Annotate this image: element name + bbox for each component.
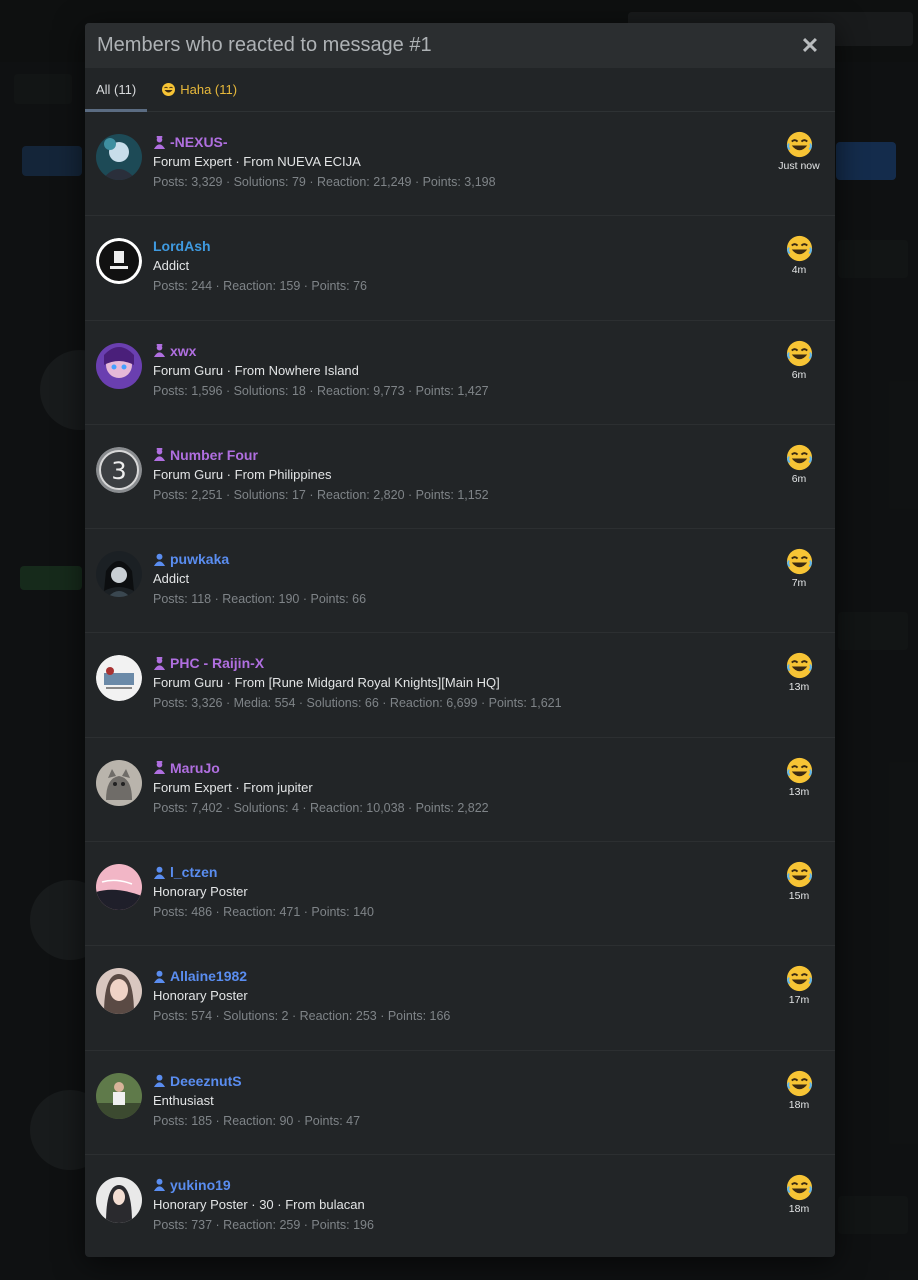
member-stats: Posts: 118 · Reaction: 190 · Points: 66 [153, 592, 367, 607]
haha-emoji-icon [786, 131, 812, 158]
close-button[interactable]: ✕ [797, 33, 823, 59]
haha-emoji-icon [786, 653, 812, 679]
member-icon [153, 1179, 166, 1192]
member-name[interactable]: MaruJo [170, 760, 220, 776]
member-title: Addict [153, 258, 190, 274]
haha-emoji-icon [786, 236, 812, 262]
list-item: 3 Number Four Forum Guru · From Philippi… [85, 425, 835, 530]
tab-all[interactable]: All (11) [85, 67, 148, 112]
modal-header: Members who reacted to message #1 ✕ [85, 23, 835, 68]
member-stats: Posts: 3,326 · Media: 554 · Solutions: 6… [153, 696, 562, 711]
member-stats: Posts: 574 · Solutions: 2 · Reaction: 25… [153, 1009, 451, 1024]
member-icon [153, 866, 166, 879]
staff-icon [153, 344, 166, 358]
list-item: DeeeznutS Enthusiast Posts: 185 · Reacti… [85, 1051, 835, 1155]
member-icon [153, 553, 166, 566]
member-stats: Posts: 486 · Reaction: 471 · Points: 140 [153, 905, 374, 920]
member-name[interactable]: DeeeznutS [170, 1073, 242, 1089]
avatar[interactable] [96, 551, 142, 598]
list-item: PHC - Raijin-X Forum Guru · From [Rune M… [85, 633, 835, 738]
avatar[interactable] [96, 968, 142, 1015]
list-item: -NEXUS- Forum Expert · From NUEVA ECIJA … [85, 112, 835, 217]
avatar[interactable] [96, 342, 142, 389]
member-name[interactable]: Allaine1982 [170, 968, 247, 984]
haha-emoji-icon [786, 340, 812, 366]
member-stats: Posts: 1,596 · Solutions: 18 · Reaction:… [153, 383, 489, 398]
member-title: Forum Guru · From Philippines [153, 466, 332, 482]
member-name[interactable]: PHC - Raijin-X [170, 655, 264, 671]
avatar[interactable] [96, 759, 142, 806]
member-title: Honorary Poster [153, 884, 248, 900]
member-stats: Posts: 185 · Reaction: 90 · Points: 47 [153, 1113, 361, 1128]
member-title: Forum Guru · From Nowhere Island [153, 362, 359, 378]
staff-icon [153, 761, 166, 775]
member-title: Forum Guru · From [Rune Midgard Royal Kn… [153, 675, 500, 691]
member-icon [153, 970, 166, 983]
list-item: xwx Forum Guru · From Nowhere Island Pos… [85, 321, 835, 425]
list-item: puwkaka Addict Posts: 118 · Reaction: 19… [85, 529, 835, 634]
staff-icon [153, 135, 166, 149]
member-title: Forum Expert · From NUEVA ECIJA [153, 154, 361, 169]
reaction-time: 6m [791, 368, 807, 381]
avatar[interactable]: 3 [96, 446, 142, 493]
member-title: Honorary Poster [153, 988, 248, 1004]
member-stats: Posts: 3,329 · Solutions: 79 · Reaction:… [153, 175, 496, 189]
tab-all-label: All (11) [96, 81, 137, 97]
reaction-tabs: All (11) Haha (11) [85, 68, 835, 112]
list-item: LordAsh Addict Posts: 244 · Reaction: 15… [85, 216, 835, 321]
reaction-time: 13m [788, 681, 810, 694]
member-stats: Posts: 244 · Reaction: 159 · Points: 76 [153, 279, 368, 294]
avatar[interactable] [96, 1072, 142, 1119]
haha-emoji-icon [786, 1174, 812, 1201]
tab-haha[interactable]: Haha (11) [147, 67, 248, 111]
avatar[interactable] [96, 134, 142, 180]
avatar[interactable] [96, 655, 142, 702]
member-name[interactable]: l_ctzen [170, 864, 217, 880]
member-name[interactable]: puwkaka [170, 551, 229, 567]
reaction-time: 13m [788, 785, 810, 798]
member-icon [153, 1074, 166, 1088]
haha-emoji-icon [786, 966, 812, 992]
haha-emoji-icon [786, 757, 812, 783]
list-item: MaruJo Forum Expert · From jupiter Posts… [85, 738, 835, 843]
reaction-list: -NEXUS- Forum Expert · From NUEVA ECIJA … [85, 112, 835, 1257]
member-name[interactable]: -NEXUS- [170, 134, 228, 150]
avatar[interactable] [96, 1176, 142, 1223]
member-name[interactable]: Number Four [170, 447, 258, 463]
member-title: Enthusiast [153, 1092, 214, 1108]
staff-icon [153, 656, 166, 670]
staff-icon [153, 448, 166, 462]
member-stats: Posts: 737 · Reaction: 259 · Points: 196 [153, 1217, 374, 1232]
member-title: Addict [153, 571, 190, 587]
avatar[interactable] [96, 238, 142, 285]
reaction-time: 6m [791, 472, 807, 485]
reaction-time: 18m [788, 1098, 810, 1111]
member-stats: Posts: 2,251 · Solutions: 17 · Reaction:… [153, 487, 489, 502]
haha-emoji-icon [786, 862, 812, 888]
reaction-time: 15m [788, 890, 810, 903]
member-name[interactable]: LordAsh [153, 238, 211, 254]
member-name[interactable]: yukino19 [170, 1177, 231, 1193]
reaction-time: 18m [788, 1202, 810, 1215]
member-name[interactable]: xwx [170, 343, 196, 359]
haha-emoji-icon [786, 1070, 812, 1096]
reaction-time: 4m [791, 264, 807, 277]
list-item: yukino19 Honorary Poster · 30 · From bul… [85, 1155, 835, 1257]
svg-text:3: 3 [111, 457, 126, 485]
haha-emoji-icon [162, 82, 176, 96]
member-stats: Posts: 7,402 · Solutions: 4 · Reaction: … [153, 800, 489, 815]
list-item: Allaine1982 Honorary Poster Posts: 574 ·… [85, 946, 835, 1051]
modal-title: Members who reacted to message #1 [97, 34, 432, 56]
reaction-time: Just now [778, 160, 820, 172]
member-title: Honorary Poster · 30 · From bulacan [153, 1196, 365, 1212]
haha-emoji-icon [786, 444, 812, 470]
member-title: Forum Expert · From jupiter [153, 779, 313, 795]
list-item: l_ctzen Honorary Poster Posts: 486 · Rea… [85, 842, 835, 947]
tab-haha-label: Haha (11) [180, 81, 238, 97]
haha-emoji-icon [786, 549, 812, 575]
avatar[interactable] [96, 864, 142, 911]
reactions-modal: Members who reacted to message #1 ✕ All … [85, 23, 835, 1257]
reaction-time: 7m [791, 577, 807, 590]
reaction-time: 17m [788, 994, 810, 1007]
